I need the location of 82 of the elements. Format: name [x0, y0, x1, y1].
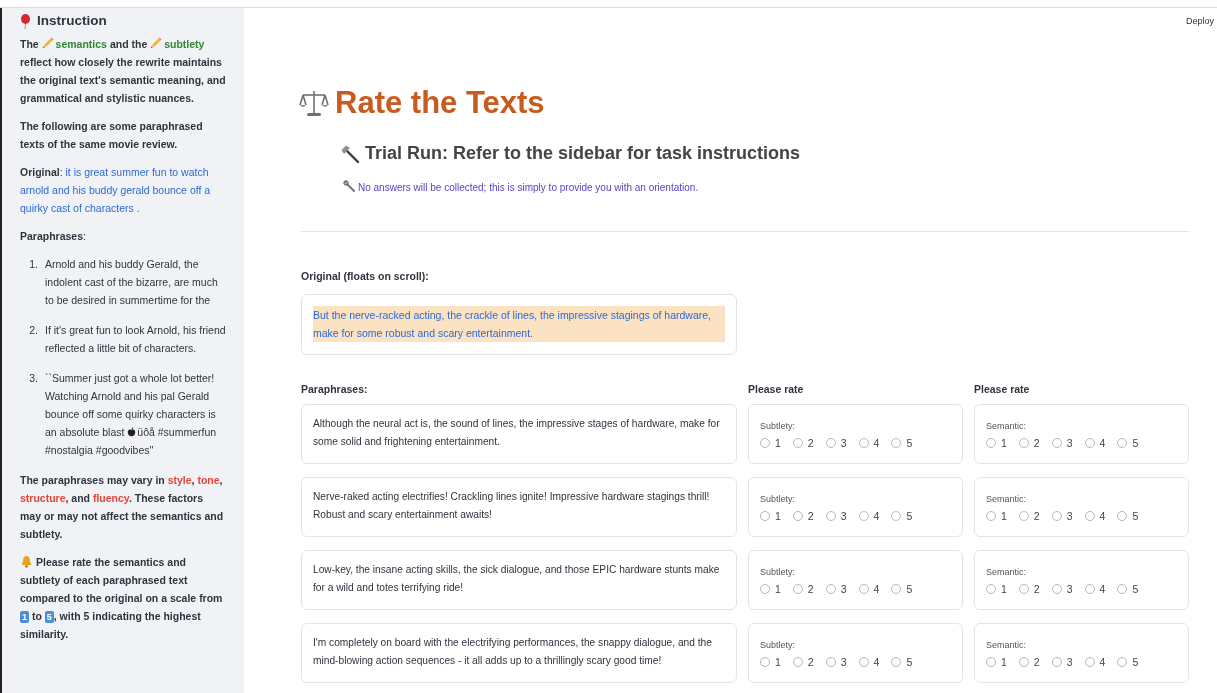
rating-label: Subtlety:	[760, 421, 796, 431]
instruction-text: Please rate the semantics and subtlety of each paraphrased text compared to the original on a scale from 1 to 5 , with 5 indicating the highest similarity.	[20, 554, 224, 642]
radio-option[interactable]: 2	[1018, 437, 1040, 449]
rating-label: Subtlety:	[760, 640, 796, 650]
radio-option[interactable]: 2	[792, 583, 814, 595]
paraphrase-card: Although the neural act is, the sound of lines, the impressive stages of hardware, make for some solid and frightening entertainment.	[301, 404, 737, 464]
radio-option[interactable]: 1	[986, 583, 1007, 595]
paraphrase-text: Arnold and his buddy Gerald, the indolent cast of the bizarre, are much to be desired in summertime for the	[45, 257, 219, 308]
list-number: 3.	[28, 371, 38, 386]
deploy-button[interactable]: Deploy	[1186, 16, 1214, 26]
original-text: But the nerve-racked acting, the crackle of lines, the impressive stagings of hardware, make for some robust and scary entertainment.	[313, 306, 725, 342]
rating-label: Subtlety:	[760, 494, 796, 504]
radio-option[interactable]: 4	[858, 437, 880, 449]
radio-option[interactable]: 1	[760, 656, 781, 668]
radio-option[interactable]: 4	[858, 583, 880, 595]
rating-label: Semantic:	[986, 567, 1027, 577]
radio-option[interactable]: 3	[825, 437, 847, 449]
list-number: 1.	[28, 257, 38, 272]
sidebar-title: Instruction	[37, 12, 107, 30]
radio-option[interactable]: 1	[986, 656, 1007, 668]
scales-icon	[299, 88, 329, 118]
radio-option[interactable]: 1	[760, 510, 781, 522]
original-label: Original (floats on scroll):	[301, 270, 430, 282]
radio-option[interactable]: 5	[891, 583, 913, 595]
radio-option[interactable]: 2	[1018, 656, 1040, 668]
radio-option[interactable]: 5	[1117, 583, 1139, 595]
radio-option[interactable]: 5	[1117, 656, 1139, 668]
column-heading: Paraphrases:	[301, 383, 369, 395]
instruction-text: Paraphrases:	[20, 229, 87, 244]
radio-option[interactable]: 4	[858, 510, 880, 522]
rating-label: Semantic:	[986, 494, 1027, 504]
column-heading: Please rate	[974, 383, 1031, 395]
orientation-note: No answers will be collected; this is simply to provide you with an orientation.	[358, 182, 699, 193]
wrench-icon	[343, 180, 355, 192]
pencil-icon	[150, 37, 163, 49]
paraphrase-card: Nerve-raked acting electrifies! Crackling lines ignite! Impressive hardware stagings thrill! Robust and scary entertainment awaits!	[301, 477, 737, 537]
radio-option[interactable]: 3	[825, 656, 847, 668]
rating-label: Subtlety:	[760, 567, 796, 577]
paraphrase-card: Low-key, the insane acting skills, the sick dialogue, and those EPIC hardware stunts make for a wild and totes terrifying ride!	[301, 550, 737, 610]
paraphrase-card: I'm completely on board with the electrifying performances, the snappy dialogue, and the mind-blowing action sequences - it all adds up to a thrillingly scary good time!	[301, 623, 737, 683]
instruction-text: The following are some paraphrased texts of the same movie review.	[20, 119, 204, 152]
radio-option[interactable]: 5	[891, 510, 913, 522]
radio-option[interactable]: 4	[1084, 437, 1106, 449]
page-subtitle: Trial Run: Refer to the sidebar for task instructions	[365, 143, 801, 164]
radio-option[interactable]: 3	[1051, 583, 1073, 595]
radio-option[interactable]: 3	[825, 510, 847, 522]
radio-option[interactable]: 4	[1084, 510, 1106, 522]
radio-option[interactable]: 3	[1051, 510, 1073, 522]
rating-label: Semantic:	[986, 421, 1027, 431]
rating-label: Semantic:	[986, 640, 1027, 650]
paraphrase-text: If it's great fun to look Arnold, his friend reflected a little bit of characters.	[45, 323, 226, 356]
pencil-icon	[41, 37, 54, 49]
radio-option[interactable]: 3	[825, 583, 847, 595]
instruction-text: Original: it is great summer fun to watch arnold and his buddy gerald bounce off a quirky cast of characters .	[20, 165, 212, 216]
list-number: 2.	[28, 323, 38, 338]
radio-option[interactable]: 1	[760, 437, 781, 449]
radio-option[interactable]: 4	[1084, 583, 1106, 595]
apple-icon	[127, 427, 137, 437]
bell-icon	[20, 555, 33, 568]
radio-option[interactable]: 5	[1117, 510, 1139, 522]
radio-option[interactable]: 4	[1084, 656, 1106, 668]
radio-option[interactable]: 5	[1117, 437, 1139, 449]
radio-option[interactable]: 4	[858, 656, 880, 668]
instruction-text: The paraphrases may vary in style, tone, structure, and fluency. These factors may or may not affect the semantics and subtlety.	[20, 473, 225, 542]
radio-option[interactable]: 2	[792, 510, 814, 522]
hammer-icon	[340, 143, 360, 164]
radio-option[interactable]: 3	[1051, 437, 1073, 449]
radio-option[interactable]: 1	[986, 437, 1007, 449]
paraphrase-text: ``Summer just got a whole lot better! Watching Arnold and his pal Gerald bounce off some quirky characters is an absolute blast üôå #summerfun #nostalgia #goodvibes''	[45, 371, 218, 458]
radio-option[interactable]: 5	[891, 437, 913, 449]
radio-option[interactable]: 1	[760, 583, 781, 595]
radio-option[interactable]: 2	[792, 437, 814, 449]
column-heading: Please rate	[748, 383, 805, 395]
balloon-icon	[20, 13, 31, 29]
radio-option[interactable]: 1	[986, 510, 1007, 522]
radio-option[interactable]: 2	[1018, 583, 1040, 595]
page-title: Rate the Texts	[335, 85, 545, 121]
radio-option[interactable]: 2	[1018, 510, 1040, 522]
radio-option[interactable]: 3	[1051, 656, 1073, 668]
instruction-text: The semantics and the subtlety reflect how closely the rewrite maintains the original text's semantic meaning, and grammatical and stylistic nuances.	[20, 36, 226, 106]
radio-option[interactable]: 2	[792, 656, 814, 668]
radio-option[interactable]: 5	[891, 656, 913, 668]
